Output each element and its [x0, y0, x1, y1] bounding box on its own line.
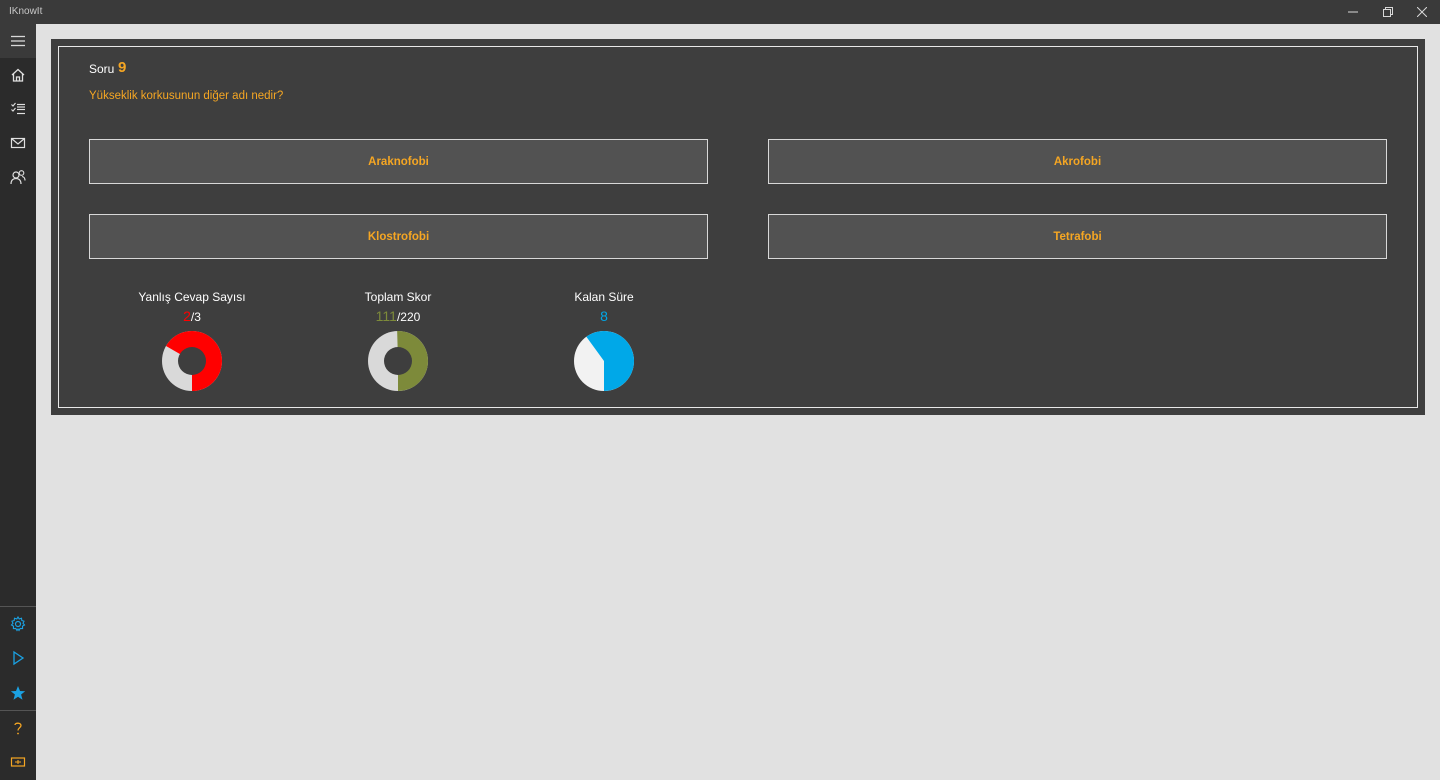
wrong-answers-value: 2/3 [112, 308, 272, 324]
title-bar: IKnowIt [0, 0, 1440, 24]
close-button[interactable] [1405, 0, 1439, 24]
wrong-answers-donut [162, 331, 222, 391]
sidebar-item-settings[interactable] [0, 607, 36, 641]
gear-icon [10, 616, 26, 632]
sidebar-item-mail[interactable] [0, 126, 36, 160]
sidebar-item-feedback[interactable] [0, 745, 36, 779]
quiz-panel: Soru 9 Yükseklik korkusunun diğer adı ne… [51, 39, 1425, 415]
total-score-stat: Toplam Skor 111/220 [318, 290, 478, 392]
main-content: Soru 9 Yükseklik korkusunun diğer adı ne… [36, 24, 1440, 780]
mail-icon [10, 137, 26, 149]
play-icon [13, 650, 25, 666]
answer-button-4[interactable]: Tetrafobi [768, 214, 1387, 259]
remaining-time-stat: Kalan Süre 8 [524, 290, 684, 392]
people-icon [10, 170, 26, 185]
answer-button-2[interactable]: Akrofobi [768, 139, 1387, 184]
star-icon [10, 686, 26, 700]
help-icon [14, 722, 22, 735]
feedback-icon [10, 757, 26, 767]
wrong-answers-stat: Yanlış Cevap Sayısı 2/3 [112, 290, 272, 392]
restore-icon [1383, 7, 1393, 17]
remaining-time-count: 8 [600, 308, 608, 324]
close-icon [1417, 7, 1427, 17]
minimize-icon [1348, 11, 1358, 13]
total-score-title: Toplam Skor [364, 290, 432, 304]
sidebar-item-favorites[interactable] [0, 676, 36, 710]
answer-button-3[interactable]: Klostrofobi [89, 214, 708, 259]
total-score-donut [368, 331, 428, 391]
sidebar-item-help[interactable] [0, 711, 36, 745]
wrong-answers-total: /3 [190, 310, 201, 324]
checklist-icon [11, 102, 25, 115]
sidebar-item-checklist[interactable] [0, 92, 36, 126]
question-number: 9 [118, 59, 127, 76]
home-icon [11, 68, 25, 82]
remaining-time-pie [574, 331, 634, 391]
remaining-time-title: Kalan Süre [574, 290, 634, 304]
sidebar-item-people[interactable] [0, 160, 36, 194]
hamburger-icon [11, 35, 25, 47]
question-text: Yükseklik korkusunun diğer adı nedir? [89, 90, 284, 102]
gauge-hole [178, 347, 206, 375]
answer-button-1[interactable]: Araknofobi [89, 139, 708, 184]
sidebar-item-play[interactable] [0, 641, 36, 675]
sidebar [0, 24, 36, 780]
gauge-hole [384, 347, 412, 375]
question-label: Soru [89, 62, 115, 76]
wrong-answers-title: Yanlış Cevap Sayısı [138, 290, 246, 304]
hamburger-menu-button[interactable] [0, 24, 36, 58]
total-score-count: 111 [375, 308, 397, 324]
total-score-value: 111/220 [318, 308, 478, 324]
sidebar-item-home[interactable] [0, 58, 36, 92]
restore-button[interactable] [1371, 0, 1405, 24]
app-title: IKnowIt [9, 6, 43, 17]
remaining-time-value: 8 [524, 308, 684, 324]
minimize-button[interactable] [1336, 0, 1370, 24]
total-score-total: /220 [396, 310, 421, 324]
wrong-answers-count: 2 [183, 308, 191, 324]
